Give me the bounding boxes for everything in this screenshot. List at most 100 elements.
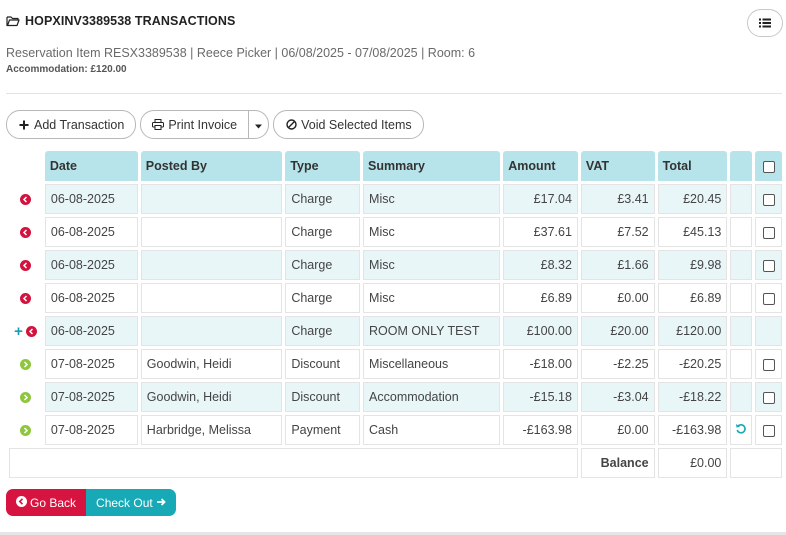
cell-select (755, 349, 782, 379)
cell-posted-by: Goodwin, Heidi (140, 382, 283, 412)
row-actions (9, 382, 42, 412)
arrow-left-circle-icon[interactable] (19, 260, 31, 272)
col-date[interactable]: Date (44, 151, 138, 181)
row-checkbox[interactable] (762, 292, 775, 305)
cell-extra (730, 415, 753, 445)
arrow-left-circle-icon[interactable] (19, 227, 31, 239)
balance-empty (730, 448, 782, 478)
cell-type: Charge (285, 217, 361, 247)
cell-extra (730, 382, 753, 412)
void-selected-button[interactable]: Void Selected Items (273, 110, 424, 139)
cell-amount: £8.32 (503, 250, 578, 280)
arrow-right-circle-icon[interactable] (19, 392, 31, 404)
row-checkbox[interactable] (762, 424, 775, 437)
cell-select (755, 217, 782, 247)
cell-date: 06-08-2025 (44, 250, 138, 280)
cell-extra (730, 283, 753, 313)
cell-select (755, 184, 782, 214)
cell-select (755, 382, 782, 412)
col-total[interactable]: Total (657, 151, 728, 181)
row-actions (9, 184, 42, 214)
cell-type: Charge (285, 184, 361, 214)
cell-type: Payment (285, 415, 361, 445)
col-amount[interactable]: Amount (503, 151, 578, 181)
cell-amount: £6.89 (503, 283, 578, 313)
footer-buttons: Go Back Check Out (6, 489, 176, 516)
cell-extra (730, 184, 753, 214)
arrow-left-icon (16, 495, 27, 510)
row-actions (9, 283, 42, 313)
table-row: 07-08-2025 Goodwin, Heidi Discount Miscella… (9, 349, 782, 379)
row-checkbox[interactable] (762, 358, 775, 371)
arrow-left-circle-icon[interactable] (19, 194, 31, 206)
ban-icon (285, 119, 297, 131)
list-icon (759, 16, 771, 31)
arrow-left-circle-icon[interactable] (25, 325, 37, 337)
cell-total: -£18.22 (657, 382, 728, 412)
select-all-checkbox[interactable] (762, 160, 775, 173)
cell-date: 07-08-2025 (44, 349, 138, 379)
cell-total: £120.00 (657, 316, 728, 346)
cell-vat: £0.00 (580, 283, 655, 313)
cell-select (755, 250, 782, 280)
balance-row: Balance £0.00 (9, 448, 782, 478)
cell-summary: Accommodation (363, 382, 501, 412)
arrow-right-circle-icon[interactable] (19, 359, 31, 371)
row-checkbox[interactable] (762, 391, 775, 404)
check-out-label: Check Out (96, 495, 153, 510)
cell-amount: £17.04 (503, 184, 578, 214)
cell-vat: £3.41 (580, 184, 655, 214)
cell-extra (730, 217, 753, 247)
col-vat[interactable]: VAT (580, 151, 655, 181)
cell-amount: -£163.98 (503, 415, 578, 445)
cell-summary: Misc (363, 250, 501, 280)
printer-icon (152, 119, 165, 131)
undo-icon[interactable] (735, 423, 747, 438)
col-type[interactable]: Type (285, 151, 361, 181)
cell-amount: £100.00 (503, 316, 578, 346)
cell-type: Discount (285, 382, 361, 412)
expand-plus-icon[interactable]: + (14, 323, 23, 340)
row-checkbox[interactable] (762, 259, 775, 272)
table-row: 07-08-2025 Goodwin, Heidi Discount Accommod… (9, 382, 782, 412)
cell-posted-by (140, 283, 283, 313)
cell-summary: Misc (363, 217, 501, 247)
cell-date: 06-08-2025 (44, 283, 138, 313)
print-options-toggle[interactable] (249, 110, 270, 139)
cell-vat: £7.52 (580, 217, 655, 247)
caret-down-icon (255, 118, 263, 132)
arrow-left-circle-icon[interactable] (19, 293, 31, 305)
cell-vat: £1.66 (580, 250, 655, 280)
col-select-all[interactable] (755, 151, 782, 181)
print-invoice-button[interactable]: Print Invoice (140, 110, 250, 139)
cell-total: -£163.98 (657, 415, 728, 445)
cell-extra (730, 349, 753, 379)
cell-posted-by (140, 250, 283, 280)
balance-spacer (9, 448, 578, 478)
row-actions (9, 415, 42, 445)
cell-summary: Misc (363, 283, 501, 313)
folder-open-icon (6, 14, 20, 28)
reservation-subtitle: Reservation Item RESX3389538 | Reece Pic… (6, 46, 476, 60)
row-checkbox[interactable] (762, 226, 775, 239)
col-summary[interactable]: Summary (363, 151, 501, 181)
col-posted-by[interactable]: Posted By (140, 151, 283, 181)
cell-posted-by (140, 316, 283, 346)
cell-summary: ROOM ONLY TEST (363, 316, 501, 346)
cell-posted-by (140, 184, 283, 214)
list-menu-button[interactable] (747, 9, 783, 37)
check-out-button[interactable]: Check Out (86, 489, 176, 516)
arrow-right-circle-icon[interactable] (19, 425, 31, 437)
cell-type: Charge (285, 283, 361, 313)
cell-posted-by: Goodwin, Heidi (140, 349, 283, 379)
cell-summary: Misc (363, 184, 501, 214)
add-transaction-button[interactable]: Add Transaction (6, 110, 137, 139)
cell-total: £6.89 (657, 283, 728, 313)
cell-summary: Miscellaneous (363, 349, 501, 379)
cell-select (755, 415, 782, 445)
row-checkbox[interactable] (762, 193, 775, 206)
cell-date: 06-08-2025 (44, 316, 138, 346)
arrow-right-icon (156, 496, 166, 510)
plus-icon (18, 119, 30, 131)
go-back-button[interactable]: Go Back (6, 489, 87, 516)
